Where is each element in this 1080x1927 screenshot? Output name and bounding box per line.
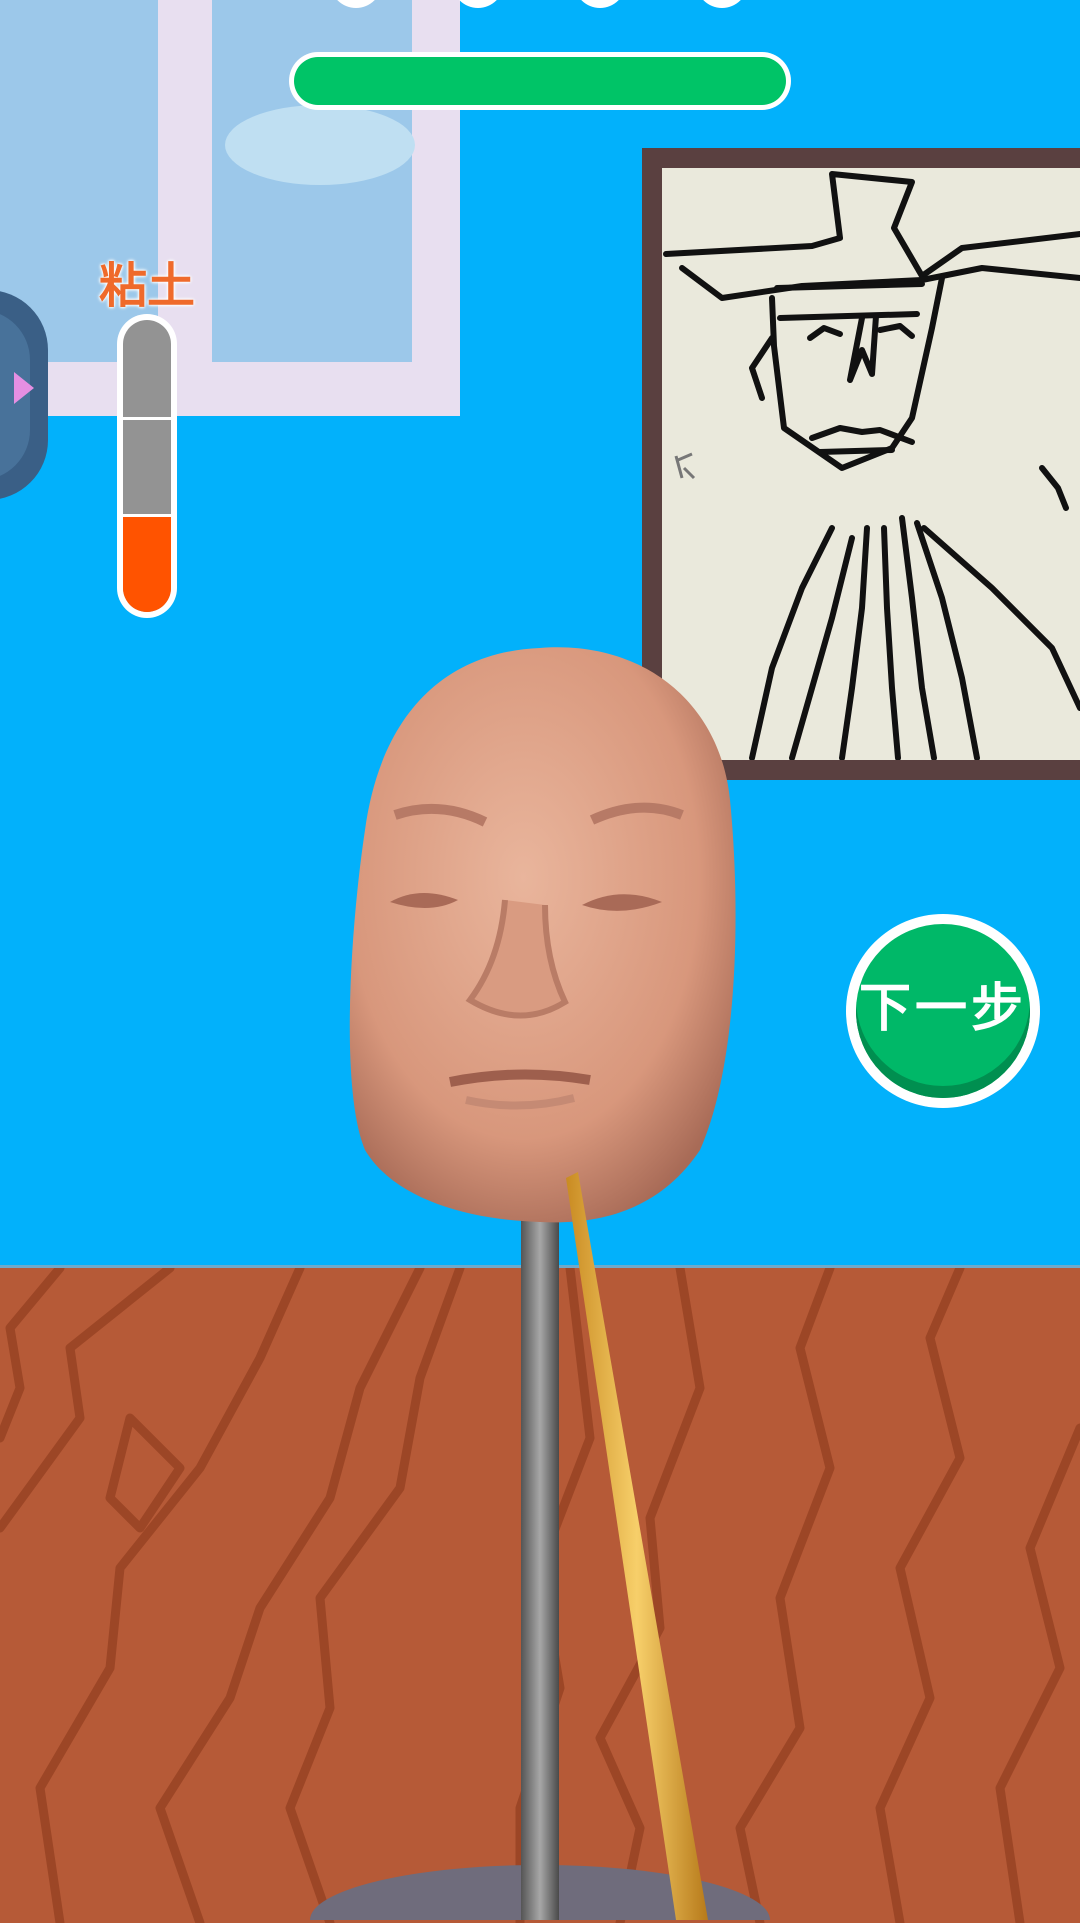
clay-label: 粘土 (98, 258, 195, 314)
clay-meter-divider (123, 514, 171, 517)
game-scene: 粘土 下一步 (0, 0, 1080, 1927)
next-step-label: 下一步 (858, 979, 1027, 1039)
clay-meter (117, 314, 177, 618)
next-step-button[interactable]: 下一步 (846, 914, 1040, 1108)
stand-rod (521, 1210, 559, 1920)
stage-dot-4 (696, 0, 748, 8)
stage-dot-1 (330, 0, 382, 8)
clay-meter-track (123, 320, 171, 612)
level-progress-bar (289, 52, 791, 110)
stage-dots (330, 0, 750, 12)
sculpting-stick[interactable] (566, 1172, 708, 1920)
stage-dot-3 (574, 0, 626, 8)
clay-meter-fill (123, 515, 171, 612)
clay-meter-divider (123, 417, 171, 420)
stage-dot-2 (452, 0, 504, 8)
level-progress-fill (294, 57, 786, 105)
